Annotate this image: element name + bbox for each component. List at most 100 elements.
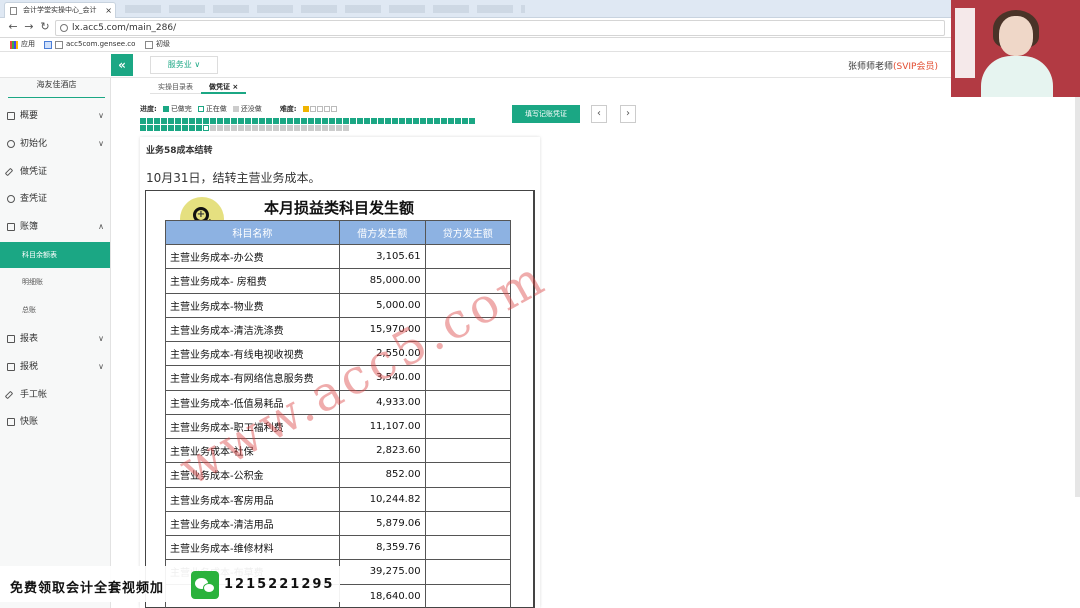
industry-dropdown[interactable]: 服务业 ∨ (150, 56, 218, 74)
progress-cell[interactable] (301, 118, 307, 124)
progress-cell[interactable] (154, 118, 160, 124)
progress-cell[interactable] (196, 125, 202, 131)
progress-cell[interactable] (308, 118, 314, 124)
page-scrollbar[interactable] (1075, 97, 1080, 497)
progress-cell[interactable] (252, 125, 258, 131)
progress-cell[interactable] (329, 118, 335, 124)
progress-cell[interactable] (448, 118, 454, 124)
prev-button[interactable]: ‹ (591, 105, 607, 123)
reload-icon[interactable]: ↻ (38, 20, 52, 34)
sidebar-item-ledger[interactable]: 账簿 ∧ (0, 217, 111, 237)
sidebar-item-reports[interactable]: 报表 ∨ (0, 329, 111, 349)
progress-cell[interactable] (140, 118, 146, 124)
progress-cell[interactable] (294, 118, 300, 124)
progress-cell[interactable] (161, 125, 167, 131)
sidebar-item-make-voucher[interactable]: 做凭证 (0, 162, 111, 182)
user-info[interactable]: 张师师老师(SVIP会员) (848, 59, 938, 72)
progress-cell[interactable] (161, 118, 167, 124)
progress-cell[interactable] (301, 125, 307, 131)
progress-cell[interactable] (189, 118, 195, 124)
progress-cell[interactable] (294, 125, 300, 131)
progress-cell[interactable] (266, 125, 272, 131)
progress-cell[interactable] (245, 118, 251, 124)
progress-cell[interactable] (147, 125, 153, 131)
progress-cell[interactable] (252, 118, 258, 124)
progress-cell[interactable] (238, 125, 244, 131)
progress-cell[interactable] (350, 118, 356, 124)
progress-cell[interactable] (343, 118, 349, 124)
progress-cell[interactable] (336, 118, 342, 124)
sidebar-item-tax[interactable]: 报税 ∨ (0, 357, 111, 377)
progress-cell[interactable] (462, 118, 468, 124)
sidebar-item-query-voucher[interactable]: 查凭证 (0, 189, 111, 209)
sidebar-subitem-balance-sheet[interactable]: 科目余额表 (0, 242, 110, 268)
sidebar-item-init[interactable]: 初始化 ∨ (0, 134, 111, 154)
progress-cell[interactable] (203, 118, 209, 124)
progress-cell[interactable] (182, 118, 188, 124)
sidebar-item-quick-books[interactable]: 快账 (0, 412, 111, 432)
progress-cell[interactable] (308, 125, 314, 131)
progress-cell[interactable] (378, 118, 384, 124)
progress-cell[interactable] (329, 125, 335, 131)
progress-cell[interactable] (210, 125, 216, 131)
progress-cell[interactable] (147, 118, 153, 124)
progress-cell[interactable] (266, 118, 272, 124)
progress-cell[interactable] (322, 118, 328, 124)
progress-cell[interactable] (168, 125, 174, 131)
fill-voucher-button[interactable]: 填写记账凭证 (512, 105, 580, 123)
progress-cell[interactable] (434, 118, 440, 124)
progress-cell[interactable] (336, 125, 342, 131)
progress-cell[interactable] (175, 118, 181, 124)
progress-cell[interactable] (217, 118, 223, 124)
progress-cell[interactable] (427, 118, 433, 124)
progress-cell[interactable] (203, 125, 209, 131)
tab-close-icon[interactable]: × (105, 3, 112, 18)
progress-cell[interactable] (175, 125, 181, 131)
progress-cell[interactable] (280, 118, 286, 124)
progress-cell[interactable] (280, 125, 286, 131)
progress-cell[interactable] (357, 118, 363, 124)
progress-cell[interactable] (441, 118, 447, 124)
progress-cell[interactable] (399, 118, 405, 124)
progress-cell[interactable] (273, 118, 279, 124)
next-button[interactable]: › (620, 105, 636, 123)
progress-cell[interactable] (287, 125, 293, 131)
progress-cell[interactable] (189, 125, 195, 131)
progress-cell[interactable] (315, 118, 321, 124)
progress-cell[interactable] (224, 118, 230, 124)
progress-cell[interactable] (238, 118, 244, 124)
progress-cell[interactable] (343, 125, 349, 131)
progress-cell[interactable] (245, 125, 251, 131)
sidebar-subitem-detail-ledger[interactable]: 明细账 (0, 269, 110, 295)
progress-cell[interactable] (322, 125, 328, 131)
collapse-sidebar-button[interactable]: « (111, 54, 133, 76)
bookmark-chuji[interactable]: 初级 (145, 38, 170, 51)
progress-cell[interactable] (231, 125, 237, 131)
url-field[interactable]: lx.acc5.com/main_286/ (55, 20, 945, 36)
progress-cell[interactable] (231, 118, 237, 124)
progress-cell[interactable] (168, 118, 174, 124)
progress-cell[interactable] (210, 118, 216, 124)
sidebar-item-overview[interactable]: 概要 ∨ (0, 106, 111, 126)
progress-cell[interactable] (385, 118, 391, 124)
forward-arrow-icon[interactable]: → (22, 20, 36, 34)
progress-cell[interactable] (273, 125, 279, 131)
tab-practice-catalog[interactable]: 实操目录表 (150, 80, 201, 94)
progress-cell[interactable] (469, 118, 475, 124)
progress-cell[interactable] (315, 125, 321, 131)
sidebar-subitem-general-ledger[interactable]: 总账 (0, 297, 110, 323)
bookmark-apps[interactable]: 应用 (10, 38, 35, 51)
progress-cell[interactable] (371, 118, 377, 124)
progress-cell[interactable] (196, 118, 202, 124)
progress-cell[interactable] (154, 125, 160, 131)
sidebar-item-manual-books[interactable]: 手工帐 (0, 385, 111, 405)
back-arrow-icon[interactable]: ← (6, 20, 20, 34)
browser-tab[interactable]: 会计学堂实操中心_会计 × (4, 2, 116, 18)
progress-cell[interactable] (287, 118, 293, 124)
progress-cell[interactable] (406, 118, 412, 124)
bookmark-acc5-gensee[interactable]: acc5com.gensee.co (44, 38, 135, 51)
progress-cell[interactable] (455, 118, 461, 124)
progress-cell[interactable] (413, 118, 419, 124)
progress-cell[interactable] (224, 125, 230, 131)
progress-cell[interactable] (259, 125, 265, 131)
